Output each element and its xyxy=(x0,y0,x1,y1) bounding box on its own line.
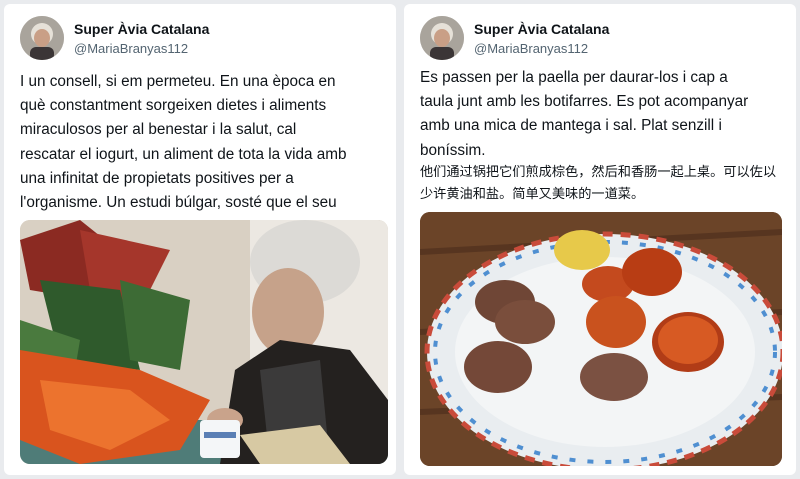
tweet-card[interactable]: Super Àvia Catalana @MariaBranyas112 Es … xyxy=(404,4,796,475)
author-handle[interactable]: @MariaBranyas112 xyxy=(74,41,188,56)
author-name[interactable]: Super Àvia Catalana xyxy=(474,21,609,37)
tweet-header: Super Àvia Catalana @MariaBranyas112 xyxy=(420,16,780,60)
tweet-text: Es passen per la paella per daurar-los i… xyxy=(420,69,749,159)
tweet-photo[interactable] xyxy=(420,212,782,466)
avatar[interactable] xyxy=(420,16,464,60)
tweet-photo[interactable] xyxy=(20,220,388,464)
author-handle[interactable]: @MariaBranyas112 xyxy=(474,41,588,56)
tweet-header: Super Àvia Catalana @MariaBranyas112 xyxy=(20,16,380,60)
avatar[interactable] xyxy=(20,16,64,60)
tweet-text: I un consell, si em permeteu. En una èpo… xyxy=(20,73,347,212)
tweet-translation: 他们通过锅把它们煎成棕色，然后和香肠一起上桌。可以佐以少许黄油和盐。简单又美味的… xyxy=(420,165,777,202)
tweet-card[interactable]: Super Àvia Catalana @MariaBranyas112 I u… xyxy=(4,4,396,475)
author-name[interactable]: Super Àvia Catalana xyxy=(74,21,209,37)
